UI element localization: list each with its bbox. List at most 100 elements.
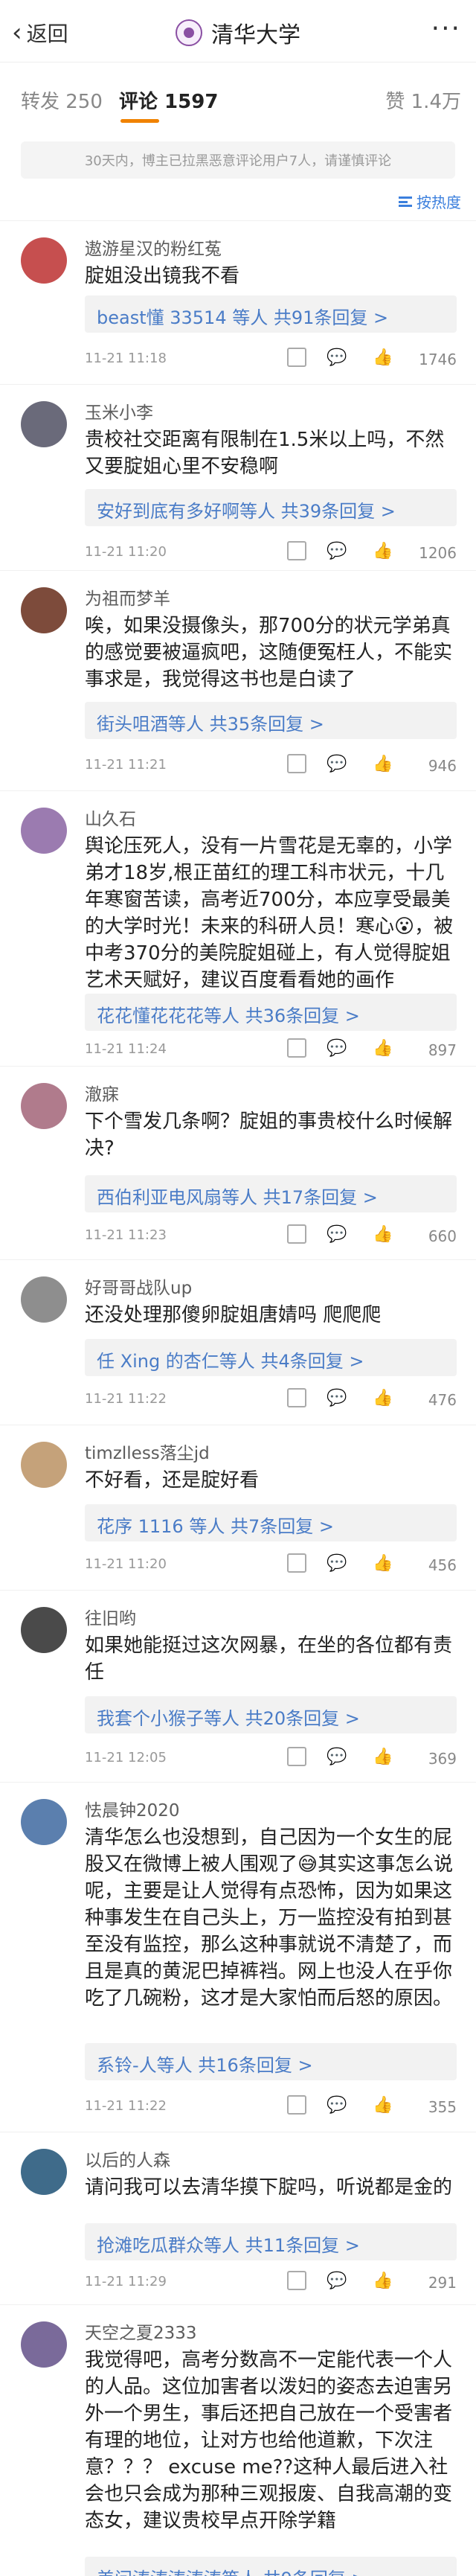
avatar[interactable]	[21, 1607, 67, 1653]
commenter-name[interactable]: 天空之夏2333	[85, 2318, 197, 2344]
share-icon[interactable]	[287, 1747, 306, 1766]
commenter-name[interactable]: 澈寐	[85, 1080, 119, 1105]
like-count: 1746	[419, 351, 457, 368]
like-icon[interactable]: 👍	[373, 1038, 393, 1058]
like-count: 456	[428, 1556, 457, 1574]
reply-icon[interactable]: 💬	[327, 348, 347, 367]
reply-icon[interactable]: 💬	[327, 2095, 347, 2115]
comment-time: 11-21 11:22	[85, 2098, 167, 2114]
comment-meta: 11-21 11:20 💬 👍 456	[85, 1553, 457, 1576]
like-icon[interactable]: 👍	[373, 348, 393, 367]
like-icon[interactable]: 👍	[373, 1553, 393, 1573]
comment-meta: 11-21 11:23 💬 👍 660	[85, 1224, 457, 1247]
comment-item: 遨游星汉的粉红菟 腚姐没出镜我不看 beast懂 33514 等人 共91条回复…	[0, 220, 476, 384]
like-count: 1206	[419, 544, 457, 562]
reply-icon[interactable]: 💬	[327, 1038, 347, 1058]
comment-meta: 11-21 11:24 💬 👍 897	[85, 1038, 457, 1061]
commenter-name[interactable]: 遨游星汉的粉红菟	[85, 234, 222, 260]
share-icon[interactable]	[287, 1388, 306, 1407]
share-icon[interactable]	[287, 1224, 306, 1244]
commenter-name[interactable]: 怯晨钟2020	[85, 1796, 180, 1821]
share-icon[interactable]	[287, 2271, 306, 2290]
top-navigation-bar: ‹ 返回 清华大学 ···	[0, 0, 476, 63]
avatar[interactable]	[21, 1799, 67, 1845]
comment-text: 清华怎么也没想到，自己因为一个女生的屁股又在微博上被人围观了😅其实这事怎么说呢，…	[85, 1826, 454, 2010]
comment-item: 为祖而梦羊 唉，如果没摄像头，那700分的状元学弟真的感觉要被逼疯吧，这随便冤枉…	[0, 570, 476, 790]
like-count: 897	[428, 1041, 457, 1059]
sort-button[interactable]: 按热度	[399, 191, 461, 212]
avatar[interactable]	[21, 401, 67, 447]
reply-icon[interactable]: 💬	[327, 1388, 347, 1407]
commenter-name[interactable]: timzlless落尘jd	[85, 1439, 210, 1464]
replies-summary[interactable]: 街头咀酒等人 共35条回复 >	[85, 702, 457, 739]
avatar[interactable]	[21, 237, 67, 284]
comment-text: 贵校社交距离有限制在1.5米以上吗，不然又要腚姐心里不安稳啊	[85, 429, 445, 478]
university-logo-icon	[176, 19, 202, 46]
more-options-icon[interactable]: ···	[431, 13, 461, 44]
share-icon[interactable]	[287, 348, 306, 367]
reply-icon[interactable]: 💬	[327, 1553, 347, 1573]
commenter-name[interactable]: 为祖而梦羊	[85, 584, 170, 610]
reply-icon[interactable]: 💬	[327, 754, 347, 773]
like-count: 660	[428, 1227, 457, 1245]
replies-summary[interactable]: beast懂 33514 等人 共91条回复 >	[85, 295, 457, 333]
avatar[interactable]	[21, 2321, 67, 2368]
like-icon[interactable]: 👍	[373, 1388, 393, 1407]
avatar[interactable]	[21, 1276, 67, 1323]
share-icon[interactable]	[287, 541, 306, 560]
commenter-name[interactable]: 玉米小李	[85, 398, 153, 424]
comment-item: 天空之夏2333 我觉得吧，高考分数高不一定能代表一个人的人品。这位加害者以泼妇…	[0, 2304, 476, 2576]
reply-icon[interactable]: 💬	[327, 1747, 347, 1766]
avatar[interactable]	[21, 587, 67, 633]
reply-icon[interactable]: 💬	[327, 1224, 347, 1244]
like-icon[interactable]: 👍	[373, 1224, 393, 1244]
page-header: 清华大学	[0, 16, 476, 49]
comment-meta: 11-21 11:22 💬 👍 355	[85, 2095, 457, 2118]
comment-text: 我觉得吧，高考分数高不一定能代表一个人的人品。这位加害者以泼妇的姿态去迫害另外一…	[85, 2349, 453, 2532]
like-icon[interactable]: 👍	[373, 2095, 393, 2115]
like-count: 476	[428, 1391, 457, 1409]
like-icon[interactable]: 👍	[373, 2271, 393, 2290]
tab-repost[interactable]: 转发 250	[21, 86, 103, 114]
avatar[interactable]	[21, 1083, 67, 1129]
share-icon[interactable]	[287, 754, 306, 773]
tab-like[interactable]: 赞 1.4万	[385, 86, 461, 114]
comment-time: 11-21 11:29	[85, 2274, 167, 2289]
like-icon[interactable]: 👍	[373, 1747, 393, 1766]
replies-summary[interactable]: 我套个小猴子等人 共20条回复 >	[85, 1696, 457, 1733]
share-icon[interactable]	[287, 1553, 306, 1573]
reply-icon[interactable]: 💬	[327, 2271, 347, 2290]
replies-summary[interactable]: 美问涛涛涛涛涛等人 共9条回复 >	[85, 2557, 457, 2576]
avatar[interactable]	[21, 808, 67, 854]
page-title: 清华大学	[211, 22, 300, 48]
commenter-name[interactable]: 山久石	[85, 805, 136, 830]
comment-meta: 11-21 12:05 💬 👍 369	[85, 1747, 457, 1769]
like-icon[interactable]: 👍	[373, 754, 393, 773]
commenter-name[interactable]: 往旧哟	[85, 1604, 136, 1629]
reply-icon[interactable]: 💬	[327, 541, 347, 560]
replies-summary[interactable]: 安好到底有多好啊等人 共39条回复 >	[85, 489, 457, 526]
avatar[interactable]	[21, 1442, 67, 1488]
comment-text: 如果她能挺过这次网暴，在坐的各位都有责任	[85, 1634, 453, 1684]
comment-time: 11-21 11:24	[85, 1041, 167, 1057]
replies-summary[interactable]: 西伯利亚电风扇等人 共17条回复 >	[85, 1175, 457, 1212]
comment-time: 11-21 12:05	[85, 1750, 167, 1765]
commenter-name[interactable]: 以后的人森	[85, 2146, 170, 2171]
comment-item: timzlless落尘jd 不好看，还是腚好看 花序 1116 等人 共7条回复…	[0, 1425, 476, 1590]
replies-summary[interactable]: 任 Xing 的杏仁等人 共4条回复 >	[85, 1339, 457, 1376]
share-icon[interactable]	[287, 1038, 306, 1058]
share-icon[interactable]	[287, 2095, 306, 2115]
replies-summary[interactable]: 花序 1116 等人 共7条回复 >	[85, 1504, 457, 1541]
replies-summary[interactable]: 花花懂花花花等人 共36条回复 >	[85, 994, 457, 1031]
active-tab-indicator	[120, 119, 159, 123]
comment-item: 往旧哟 如果她能挺过这次网暴，在坐的各位都有责任 我套个小猴子等人 共20条回复…	[0, 1590, 476, 1782]
avatar[interactable]	[21, 2149, 67, 2195]
tab-comment[interactable]: 评论 1597	[119, 86, 218, 114]
comment-text: 唉，如果没摄像头，那700分的状元学弟真的感觉要被逼疯吧，这随便冤枉人，不能实事…	[85, 615, 453, 691]
like-icon[interactable]: 👍	[373, 541, 393, 560]
moderation-notice: 30天内，博主已拉黑恶意评论用户7人，请谨慎评论	[21, 141, 455, 179]
commenter-name[interactable]: 好哥哥战队up	[85, 1273, 192, 1299]
replies-summary[interactable]: 系铃-人等人 共16条回复 >	[85, 2043, 457, 2080]
replies-summary[interactable]: 抢滩吃瓜群众等人 共11条回复 >	[85, 2223, 457, 2260]
comment-meta: 11-21 11:22 💬 👍 476	[85, 1388, 457, 1410]
